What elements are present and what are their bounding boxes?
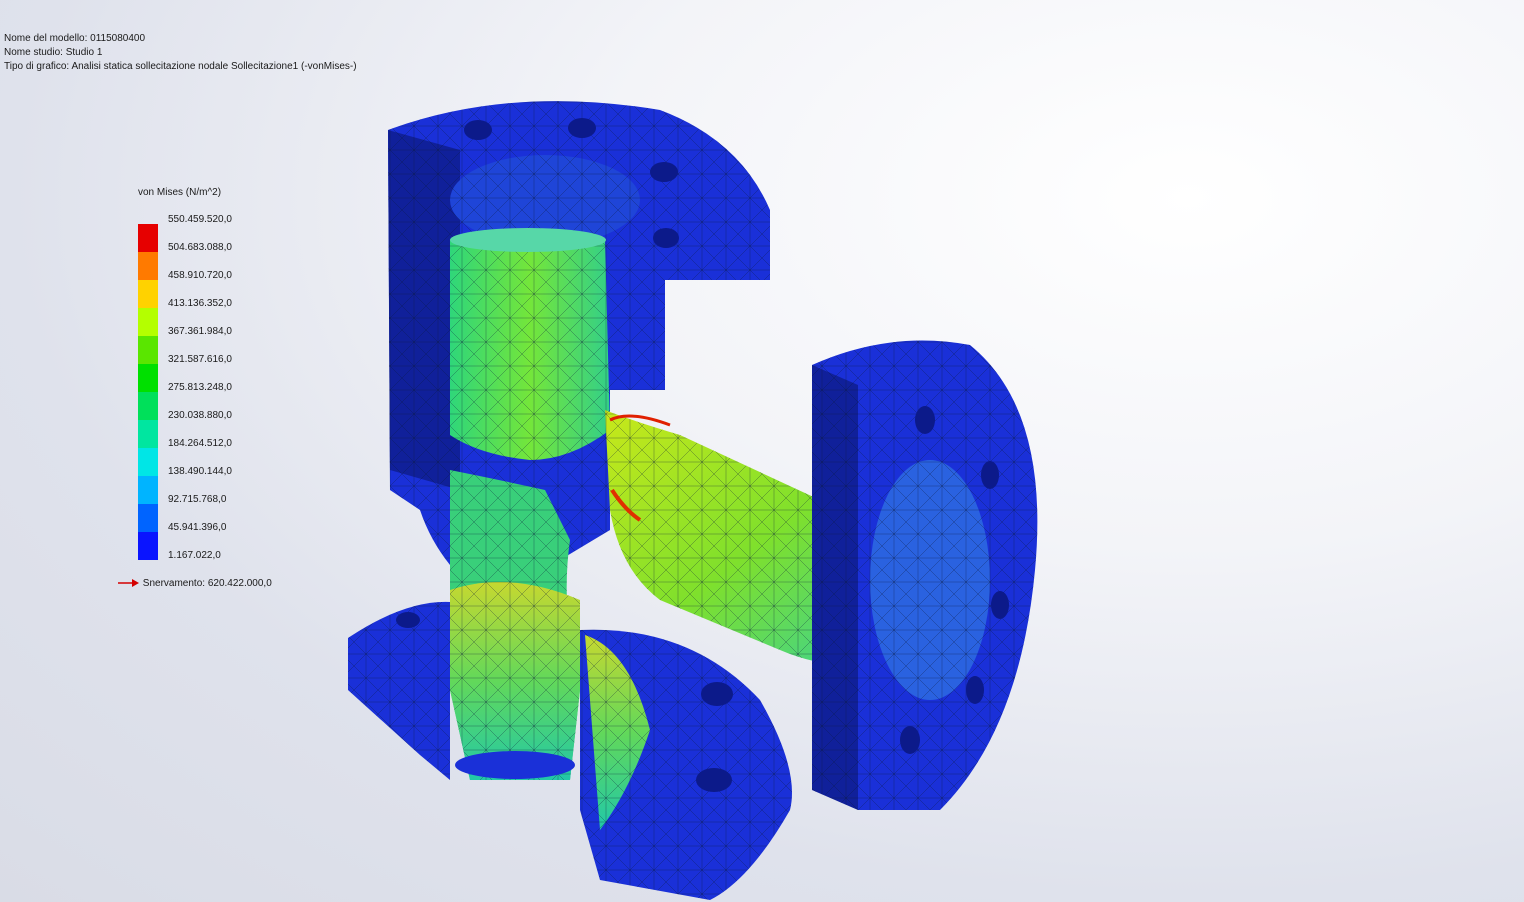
model-name: Nome del modello: 0115080400 (4, 33, 146, 44)
color-band-6 (138, 364, 158, 392)
bolt-hole (568, 118, 596, 138)
bolt-hole (900, 726, 920, 754)
plot-type: Tipo di grafico: Analisi statica solleci… (4, 61, 357, 72)
study-info: Nome del modello: 0115080400 Nome studio… (4, 32, 357, 74)
color-band-2 (138, 252, 158, 280)
legend-label: 367.361.984,0 (168, 326, 232, 337)
color-band-1 (138, 224, 158, 252)
legend-label: 550.459.520,0 (168, 214, 232, 225)
legend-label: 458.910.720,0 (168, 270, 232, 281)
bolt-hole (464, 120, 492, 140)
legend-label: 184.264.512,0 (168, 438, 232, 449)
color-band-9 (138, 448, 158, 476)
color-band-4 (138, 308, 158, 336)
legend-label: 413.136.352,0 (168, 298, 232, 309)
legend-label: 92.715.768,0 (168, 494, 227, 505)
bolt-hole (991, 591, 1009, 619)
arrow-right-icon (118, 579, 139, 588)
color-band-3 (138, 280, 158, 308)
legend-label: 138.490.144,0 (168, 466, 232, 477)
legend-label: 1.167.022,0 (168, 550, 221, 561)
color-band-11 (138, 504, 158, 532)
bolt-hole (915, 406, 935, 434)
bolt-hole (966, 676, 984, 704)
bolt-hole (396, 612, 420, 628)
bolt-hole (650, 162, 678, 182)
legend-title: von Mises (N/m^2) (138, 187, 222, 198)
legend-label: 275.813.248,0 (168, 382, 232, 393)
color-band-8 (138, 420, 158, 448)
color-band-12 (138, 532, 158, 560)
bolt-hole (696, 768, 732, 792)
color-band-7 (138, 392, 158, 420)
study-name: Nome studio: Studio 1 (4, 47, 103, 58)
legend-label: 504.683.088,0 (168, 242, 232, 253)
yield-strength-indicator: Snervamento: 620.422.000,0 (118, 578, 272, 589)
yield-label: Snervamento: 620.422.000,0 (142, 578, 272, 589)
color-scale-bar (138, 224, 158, 560)
bolt-hole (701, 682, 733, 706)
legend-label: 230.038.880,0 (168, 410, 232, 421)
color-band-10 (138, 476, 158, 504)
legend-label: 321.587.616,0 (168, 354, 232, 365)
legend-label: 45.941.396,0 (168, 522, 227, 533)
color-band-5 (138, 336, 158, 364)
bolt-hole (653, 228, 679, 248)
bolt-hole (981, 461, 999, 489)
fea-model-view[interactable] (330, 90, 1050, 900)
